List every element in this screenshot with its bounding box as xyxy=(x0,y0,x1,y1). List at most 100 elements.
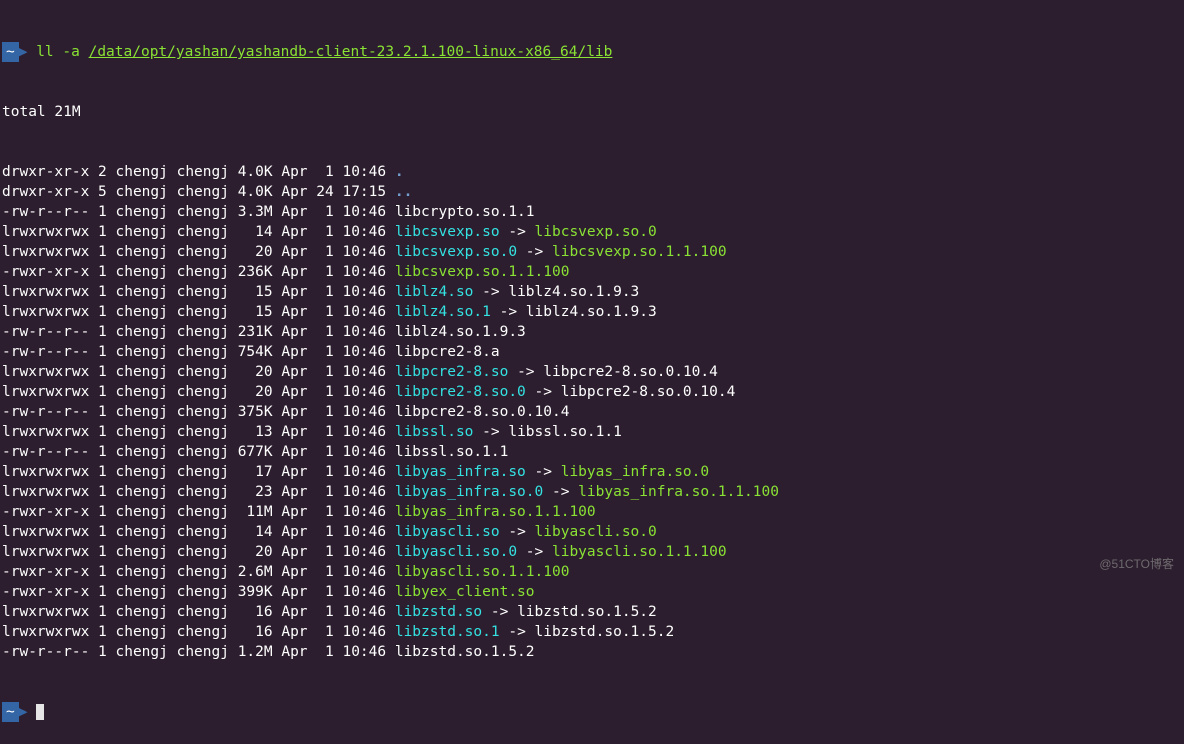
file-name: libyascli.so.0 xyxy=(395,544,517,560)
file-meta: lrwxrwxrwx 1 chengj chengj 16 Apr 1 10:4… xyxy=(2,624,395,640)
symlink-arrow-icon: -> xyxy=(473,284,508,300)
list-item: -rw-r--r-- 1 chengj chengj 231K Apr 1 10… xyxy=(2,322,1182,342)
list-item: lrwxrwxrwx 1 chengj chengj 17 Apr 1 10:4… xyxy=(2,462,1182,482)
file-meta: -rw-r--r-- 1 chengj chengj 375K Apr 1 10… xyxy=(2,404,395,420)
prompt-symbol: ~ xyxy=(2,702,19,722)
file-name: libpcre2-8.so xyxy=(395,364,509,380)
symlink-arrow-icon: -> xyxy=(482,604,517,620)
terminal-output[interactable]: ~▶ ll -a /data/opt/yashan/yashandb-clien… xyxy=(0,0,1184,744)
file-meta: -rwxr-xr-x 1 chengj chengj 2.6M Apr 1 10… xyxy=(2,564,395,580)
list-item: drwxr-xr-x 5 chengj chengj 4.0K Apr 24 1… xyxy=(2,182,1182,202)
prompt-symbol: ~ xyxy=(2,42,19,62)
symlink-target: libssl.so.1.1 xyxy=(508,424,622,440)
file-name: libpcre2-8.a xyxy=(395,344,500,360)
symlink-target: libcsvexp.so.1.1.100 xyxy=(552,244,727,260)
list-item: lrwxrwxrwx 1 chengj chengj 14 Apr 1 10:4… xyxy=(2,522,1182,542)
symlink-arrow-icon: -> xyxy=(500,624,535,640)
list-item: lrwxrwxrwx 1 chengj chengj 15 Apr 1 10:4… xyxy=(2,302,1182,322)
file-name: libcrypto.so.1.1 xyxy=(395,204,535,220)
file-name: libyas_infra.so.0 xyxy=(395,484,543,500)
list-item: lrwxrwxrwx 1 chengj chengj 20 Apr 1 10:4… xyxy=(2,542,1182,562)
file-meta: lrwxrwxrwx 1 chengj chengj 23 Apr 1 10:4… xyxy=(2,484,395,500)
command: ll -a xyxy=(36,44,80,60)
symlink-target: liblz4.so.1.9.3 xyxy=(526,304,657,320)
list-item: -rwxr-xr-x 1 chengj chengj 399K Apr 1 10… xyxy=(2,582,1182,602)
file-name: libzstd.so.1 xyxy=(395,624,500,640)
symlink-target: libzstd.so.1.5.2 xyxy=(517,604,657,620)
file-meta: lrwxrwxrwx 1 chengj chengj 20 Apr 1 10:4… xyxy=(2,364,395,380)
list-item: lrwxrwxrwx 1 chengj chengj 16 Apr 1 10:4… xyxy=(2,602,1182,622)
file-name: liblz4.so xyxy=(395,284,474,300)
file-meta: lrwxrwxrwx 1 chengj chengj 17 Apr 1 10:4… xyxy=(2,464,395,480)
symlink-target: libcsvexp.so.0 xyxy=(535,224,657,240)
file-name: libyas_infra.so.1.1.100 xyxy=(395,504,596,520)
file-name: . xyxy=(395,164,404,180)
symlink-arrow-icon: -> xyxy=(543,484,578,500)
list-item: lrwxrwxrwx 1 chengj chengj 20 Apr 1 10:4… xyxy=(2,242,1182,262)
file-meta: drwxr-xr-x 2 chengj chengj 4.0K Apr 1 10… xyxy=(2,164,395,180)
list-item: -rwxr-xr-x 1 chengj chengj 236K Apr 1 10… xyxy=(2,262,1182,282)
list-item: -rw-r--r-- 1 chengj chengj 677K Apr 1 10… xyxy=(2,442,1182,462)
file-meta: lrwxrwxrwx 1 chengj chengj 20 Apr 1 10:4… xyxy=(2,244,395,260)
file-listing: drwxr-xr-x 2 chengj chengj 4.0K Apr 1 10… xyxy=(2,162,1182,662)
symlink-target: libyascli.so.1.1.100 xyxy=(552,544,727,560)
symlink-arrow-icon: -> xyxy=(526,384,561,400)
symlink-arrow-icon: -> xyxy=(526,464,561,480)
list-item: lrwxrwxrwx 1 chengj chengj 23 Apr 1 10:4… xyxy=(2,482,1182,502)
prompt-arrow-icon: ▶ xyxy=(19,702,28,722)
symlink-arrow-icon: -> xyxy=(473,424,508,440)
file-name: libpcre2-8.so.0.10.4 xyxy=(395,404,570,420)
file-meta: lrwxrwxrwx 1 chengj chengj 16 Apr 1 10:4… xyxy=(2,604,395,620)
prompt-line-2: ~▶ xyxy=(2,702,1182,722)
file-name: libzstd.so xyxy=(395,604,482,620)
watermark: @51CTO博客 xyxy=(1099,554,1174,574)
file-meta: lrwxrwxrwx 1 chengj chengj 13 Apr 1 10:4… xyxy=(2,424,395,440)
symlink-arrow-icon: -> xyxy=(500,224,535,240)
file-name: libpcre2-8.so.0 xyxy=(395,384,526,400)
file-meta: -rw-r--r-- 1 chengj chengj 231K Apr 1 10… xyxy=(2,324,395,340)
symlink-target: libyascli.so.0 xyxy=(535,524,657,540)
list-item: drwxr-xr-x 2 chengj chengj 4.0K Apr 1 10… xyxy=(2,162,1182,182)
list-item: -rwxr-xr-x 1 chengj chengj 2.6M Apr 1 10… xyxy=(2,562,1182,582)
symlink-target: libpcre2-8.so.0.10.4 xyxy=(543,364,718,380)
file-name: libyascli.so.1.1.100 xyxy=(395,564,570,580)
symlink-arrow-icon: -> xyxy=(500,524,535,540)
file-meta: -rwxr-xr-x 1 chengj chengj 236K Apr 1 10… xyxy=(2,264,395,280)
file-meta: lrwxrwxrwx 1 chengj chengj 15 Apr 1 10:4… xyxy=(2,304,395,320)
file-name: libyascli.so xyxy=(395,524,500,540)
list-item: -rw-r--r-- 1 chengj chengj 3.3M Apr 1 10… xyxy=(2,202,1182,222)
symlink-arrow-icon: -> xyxy=(517,544,552,560)
cursor-icon xyxy=(36,704,44,720)
file-name: libssl.so xyxy=(395,424,474,440)
list-item: -rwxr-xr-x 1 chengj chengj 11M Apr 1 10:… xyxy=(2,502,1182,522)
file-name: liblz4.so.1 xyxy=(395,304,491,320)
file-meta: -rwxr-xr-x 1 chengj chengj 11M Apr 1 10:… xyxy=(2,504,395,520)
file-meta: -rw-r--r-- 1 chengj chengj 754K Apr 1 10… xyxy=(2,344,395,360)
prompt-line: ~▶ ll -a /data/opt/yashan/yashandb-clien… xyxy=(2,42,1182,62)
file-name: libzstd.so.1.5.2 xyxy=(395,644,535,660)
list-item: -rw-r--r-- 1 chengj chengj 375K Apr 1 10… xyxy=(2,402,1182,422)
symlink-arrow-icon: -> xyxy=(508,364,543,380)
file-meta: -rw-r--r-- 1 chengj chengj 1.2M Apr 1 10… xyxy=(2,644,395,660)
file-name: libyex_client.so xyxy=(395,584,535,600)
file-meta: -rwxr-xr-x 1 chengj chengj 399K Apr 1 10… xyxy=(2,584,395,600)
command-path: /data/opt/yashan/yashandb-client-23.2.1.… xyxy=(89,44,613,60)
list-item: lrwxrwxrwx 1 chengj chengj 14 Apr 1 10:4… xyxy=(2,222,1182,242)
list-item: lrwxrwxrwx 1 chengj chengj 20 Apr 1 10:4… xyxy=(2,362,1182,382)
symlink-arrow-icon: -> xyxy=(491,304,526,320)
list-item: lrwxrwxrwx 1 chengj chengj 16 Apr 1 10:4… xyxy=(2,622,1182,642)
symlink-target: libpcre2-8.so.0.10.4 xyxy=(561,384,736,400)
prompt-arrow-icon: ▶ xyxy=(19,42,28,62)
list-item: lrwxrwxrwx 1 chengj chengj 15 Apr 1 10:4… xyxy=(2,282,1182,302)
total-line: total 21M xyxy=(2,102,1182,122)
file-name: libssl.so.1.1 xyxy=(395,444,509,460)
file-meta: lrwxrwxrwx 1 chengj chengj 14 Apr 1 10:4… xyxy=(2,224,395,240)
file-meta: lrwxrwxrwx 1 chengj chengj 20 Apr 1 10:4… xyxy=(2,544,395,560)
list-item: lrwxrwxrwx 1 chengj chengj 13 Apr 1 10:4… xyxy=(2,422,1182,442)
file-name: .. xyxy=(395,184,412,200)
file-meta: lrwxrwxrwx 1 chengj chengj 14 Apr 1 10:4… xyxy=(2,524,395,540)
list-item: -rw-r--r-- 1 chengj chengj 1.2M Apr 1 10… xyxy=(2,642,1182,662)
file-name: libcsvexp.so.1.1.100 xyxy=(395,264,570,280)
list-item: lrwxrwxrwx 1 chengj chengj 20 Apr 1 10:4… xyxy=(2,382,1182,402)
list-item: -rw-r--r-- 1 chengj chengj 754K Apr 1 10… xyxy=(2,342,1182,362)
